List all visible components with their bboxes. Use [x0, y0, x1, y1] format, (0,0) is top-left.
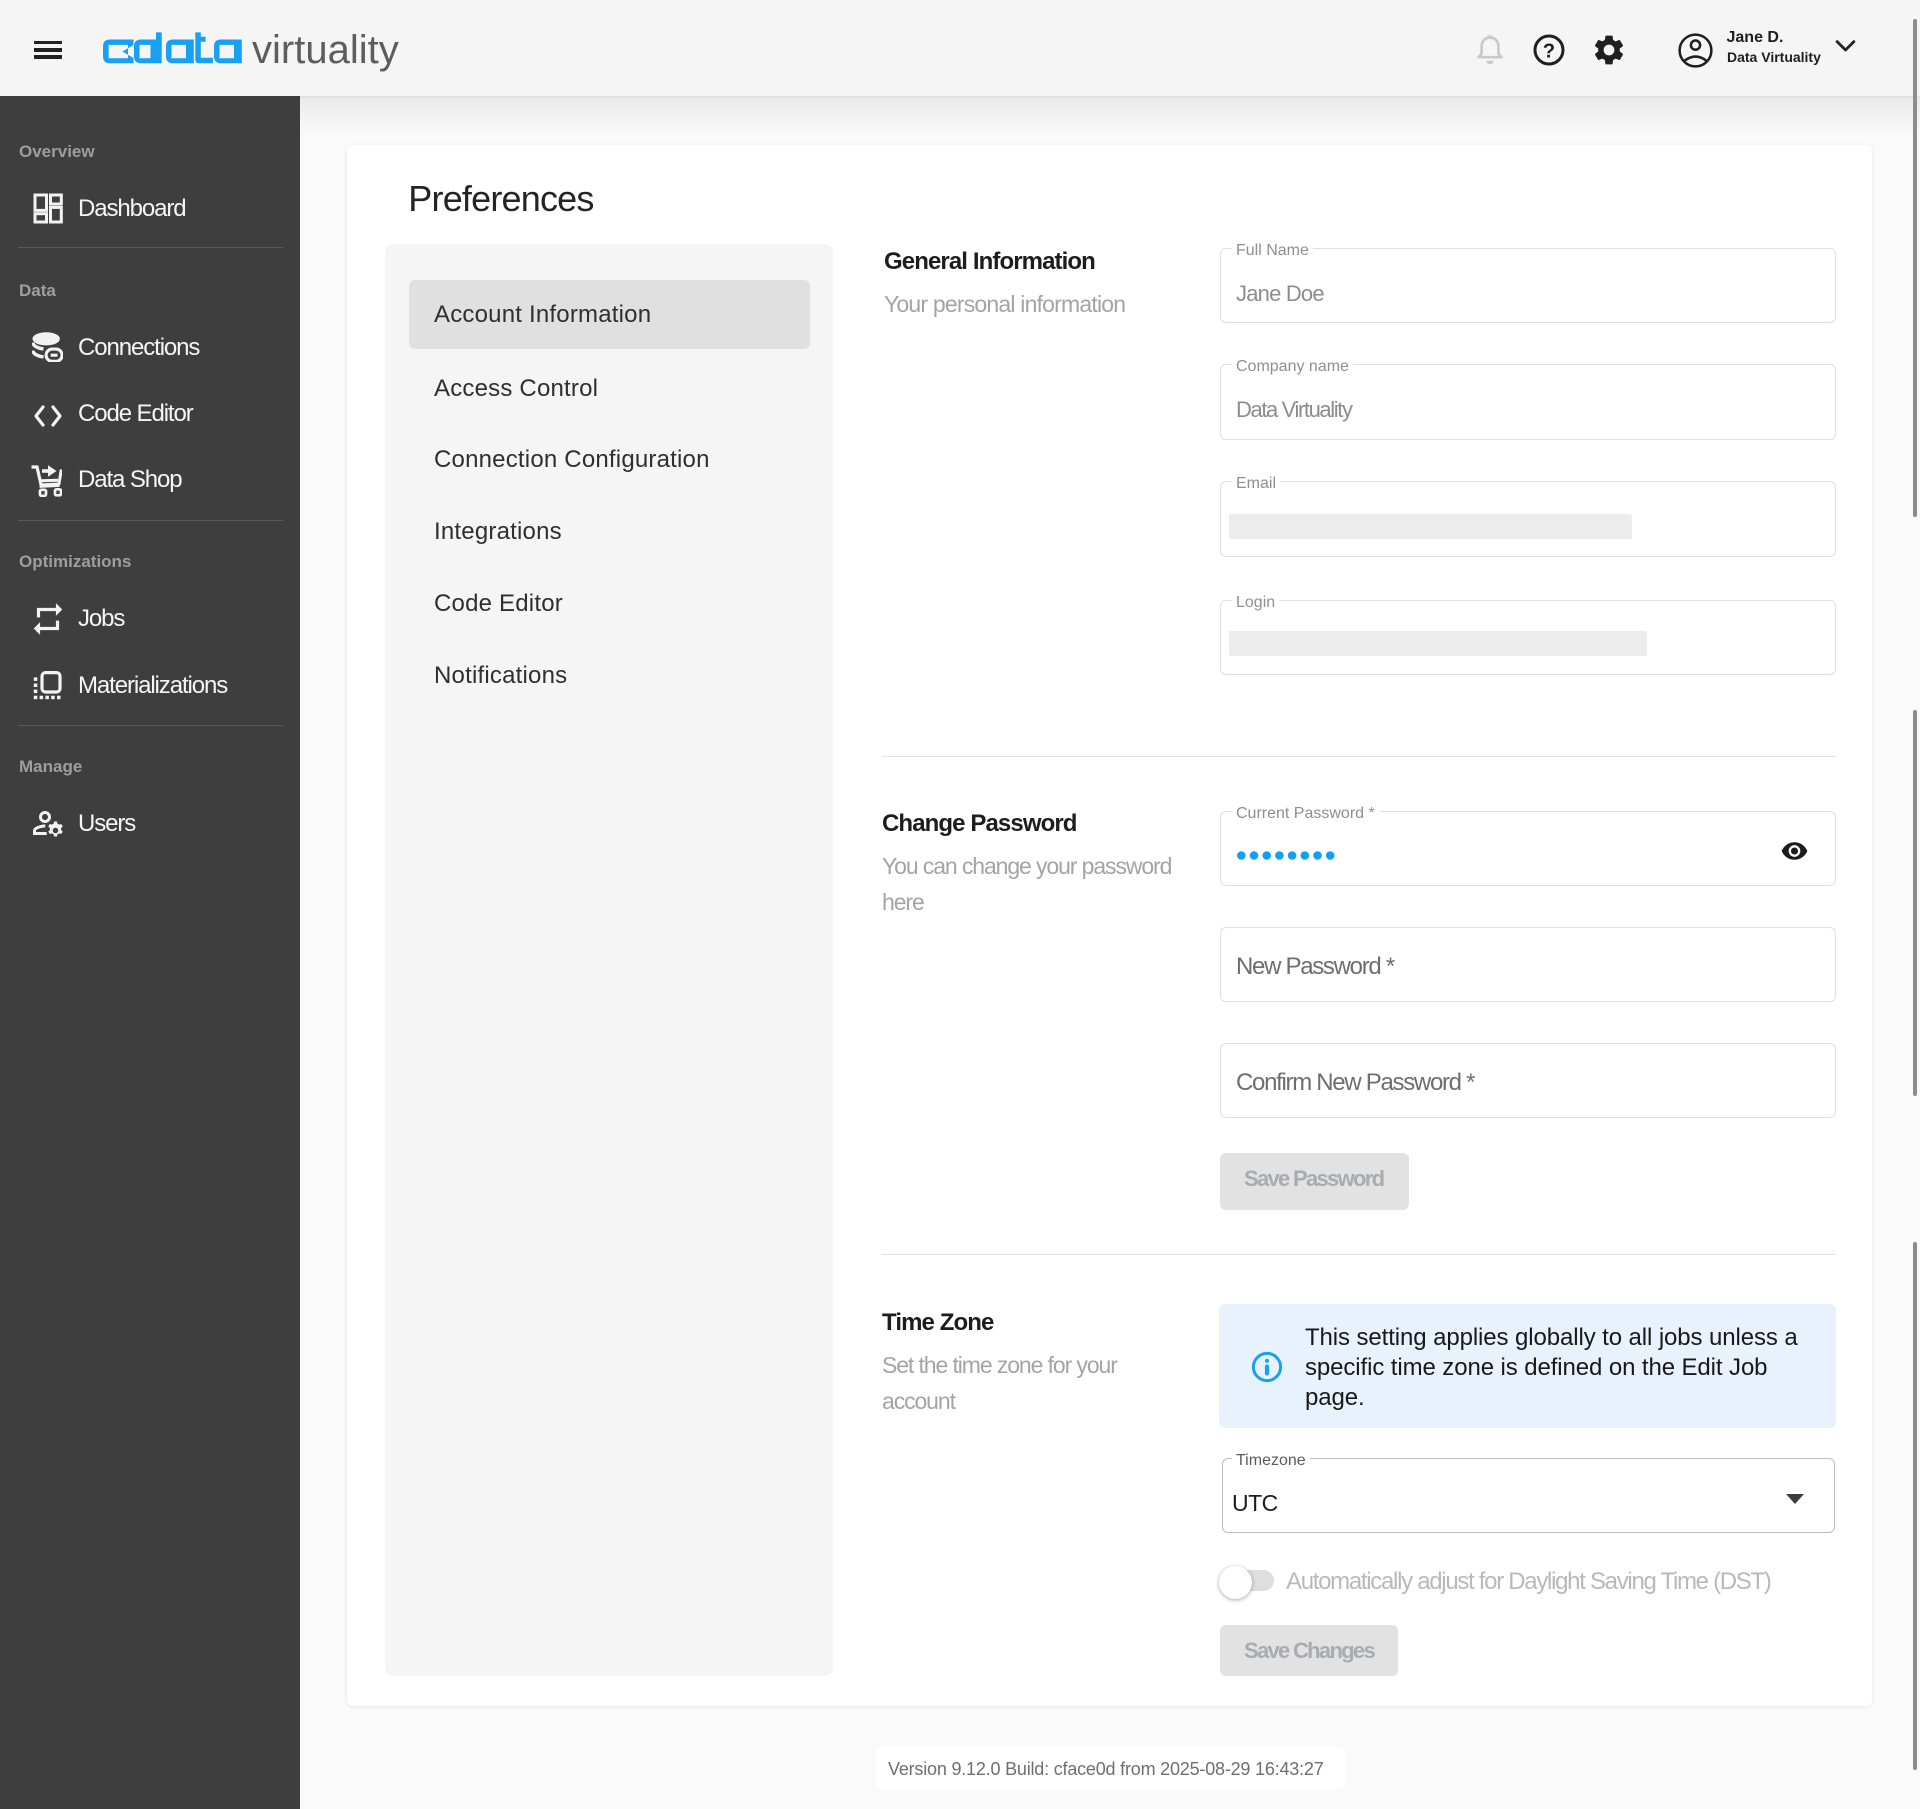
svg-text:?: ?	[1543, 41, 1555, 63]
